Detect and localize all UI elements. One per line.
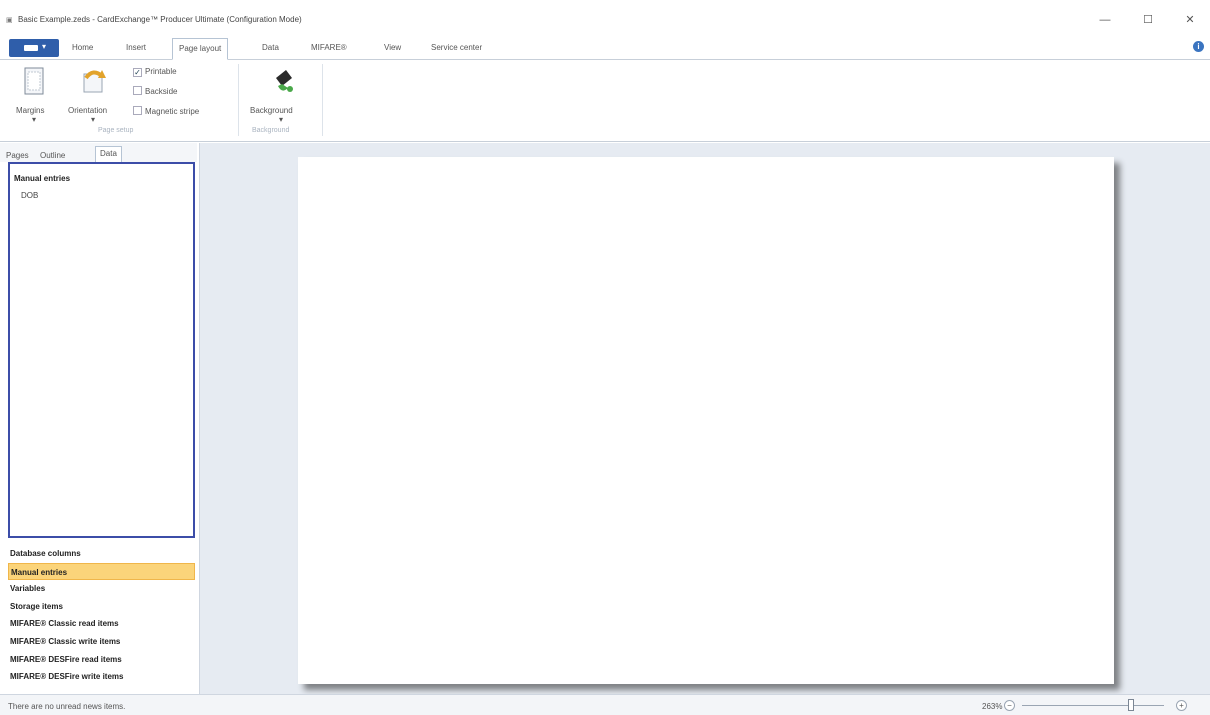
nav-database-columns[interactable]: Database columns xyxy=(8,545,195,563)
tab-pages[interactable]: Pages xyxy=(6,151,29,160)
status-bar: There are no unread news items. 263% − + xyxy=(0,694,1210,715)
maximize-button[interactable]: ☐ xyxy=(1138,12,1158,28)
side-panel-tabs: Pages Outline Data xyxy=(0,143,197,164)
zoom-in-button[interactable]: + xyxy=(1176,700,1187,711)
card-page[interactable] xyxy=(298,157,1114,684)
orientation-button[interactable]: Orientation ▾ xyxy=(66,64,124,124)
app-icon: ▣ xyxy=(6,17,13,24)
title-bar: ▣ Basic Example.zeds - CardExchange™ Pro… xyxy=(0,0,1210,36)
close-button[interactable]: ✕ xyxy=(1180,12,1200,28)
tab-home[interactable]: Home xyxy=(72,42,93,60)
backside-checkbox[interactable]: Backside xyxy=(133,86,177,96)
checkbox-box xyxy=(133,86,142,95)
chevron-down-icon: ▾ xyxy=(42,42,47,51)
nav-variables[interactable]: Variables xyxy=(8,580,195,598)
background-group-label: Background xyxy=(252,127,290,134)
zoom-slider-thumb[interactable] xyxy=(1128,699,1134,711)
orientation-label: Orientation xyxy=(68,106,108,115)
nav-mifare-classic-write[interactable]: MIFARE® Classic write items xyxy=(8,633,195,651)
zoom-out-button[interactable]: − xyxy=(1004,700,1015,711)
ribbon-panel: Margins ▾ Orientation ▾ ✓ Printable Backs… xyxy=(0,60,1210,142)
magnetic-stripe-checkbox[interactable]: Magnetic stripe xyxy=(133,106,199,116)
tab-mifare[interactable]: MIFARE® xyxy=(311,42,347,60)
design-canvas[interactable] xyxy=(199,143,1210,694)
zoom-slider-track[interactable] xyxy=(1022,705,1164,706)
margins-icon xyxy=(24,67,44,95)
group-separator xyxy=(322,64,323,136)
ribbon-tabs: ▾ Home Insert Page layout Data MIFARE® V… xyxy=(0,36,1210,60)
checkbox-box xyxy=(133,106,142,115)
chevron-down-icon: ▾ xyxy=(279,115,284,124)
orientation-icon xyxy=(83,70,106,93)
nav-mifare-classic-read[interactable]: MIFARE® Classic read items xyxy=(8,615,195,633)
checkmark-icon: ✓ xyxy=(133,68,142,77)
minimize-button[interactable]: — xyxy=(1095,12,1115,28)
window-title: Basic Example.zeds - CardExchange™ Produ… xyxy=(18,15,302,24)
printable-label: Printable xyxy=(145,67,177,76)
help-icon[interactable]: i xyxy=(1193,41,1204,52)
zoom-level: 263% xyxy=(982,702,1003,711)
chevron-down-icon: ▾ xyxy=(91,115,96,124)
margins-label: Margins xyxy=(16,106,45,115)
data-category-list: Database columns Manual entries Variable… xyxy=(8,545,195,686)
tab-page-layout[interactable]: Page layout xyxy=(172,38,229,60)
background-button[interactable]: Background ▾ xyxy=(246,64,316,124)
chevron-down-icon: ▾ xyxy=(32,115,37,124)
data-panel-heading: Manual entries xyxy=(14,174,71,183)
tab-view[interactable]: View xyxy=(384,42,401,60)
news-status-text: There are no unread news items. xyxy=(8,702,126,711)
backside-label: Backside xyxy=(145,87,178,96)
tab-insert[interactable]: Insert xyxy=(126,42,146,60)
tab-data[interactable]: Data xyxy=(262,42,279,60)
group-separator xyxy=(238,64,239,136)
file-menu-icon xyxy=(24,45,38,51)
nav-storage-items[interactable]: Storage items xyxy=(8,598,195,616)
printable-checkbox[interactable]: ✓ Printable xyxy=(133,67,177,77)
tab-service-center[interactable]: Service center xyxy=(431,42,482,60)
paint-bucket-icon xyxy=(276,70,293,92)
tab-outline[interactable]: Outline xyxy=(40,151,65,160)
data-panel: Manual entries DOB xyxy=(8,162,195,538)
margins-button[interactable]: Margins ▾ xyxy=(16,64,52,124)
background-label: Background xyxy=(250,106,293,115)
nav-manual-entries[interactable]: Manual entries xyxy=(8,562,195,581)
magnetic-stripe-label: Magnetic stripe xyxy=(145,107,200,116)
page-setup-group-label: Page setup xyxy=(98,127,134,134)
nav-mifare-desfire-read[interactable]: MIFARE® DESFire read items xyxy=(8,651,195,669)
nav-mifare-desfire-write[interactable]: MIFARE® DESFire write items xyxy=(8,668,195,686)
data-item-dob[interactable]: DOB xyxy=(21,191,38,200)
file-menu-button[interactable]: ▾ xyxy=(9,39,59,57)
